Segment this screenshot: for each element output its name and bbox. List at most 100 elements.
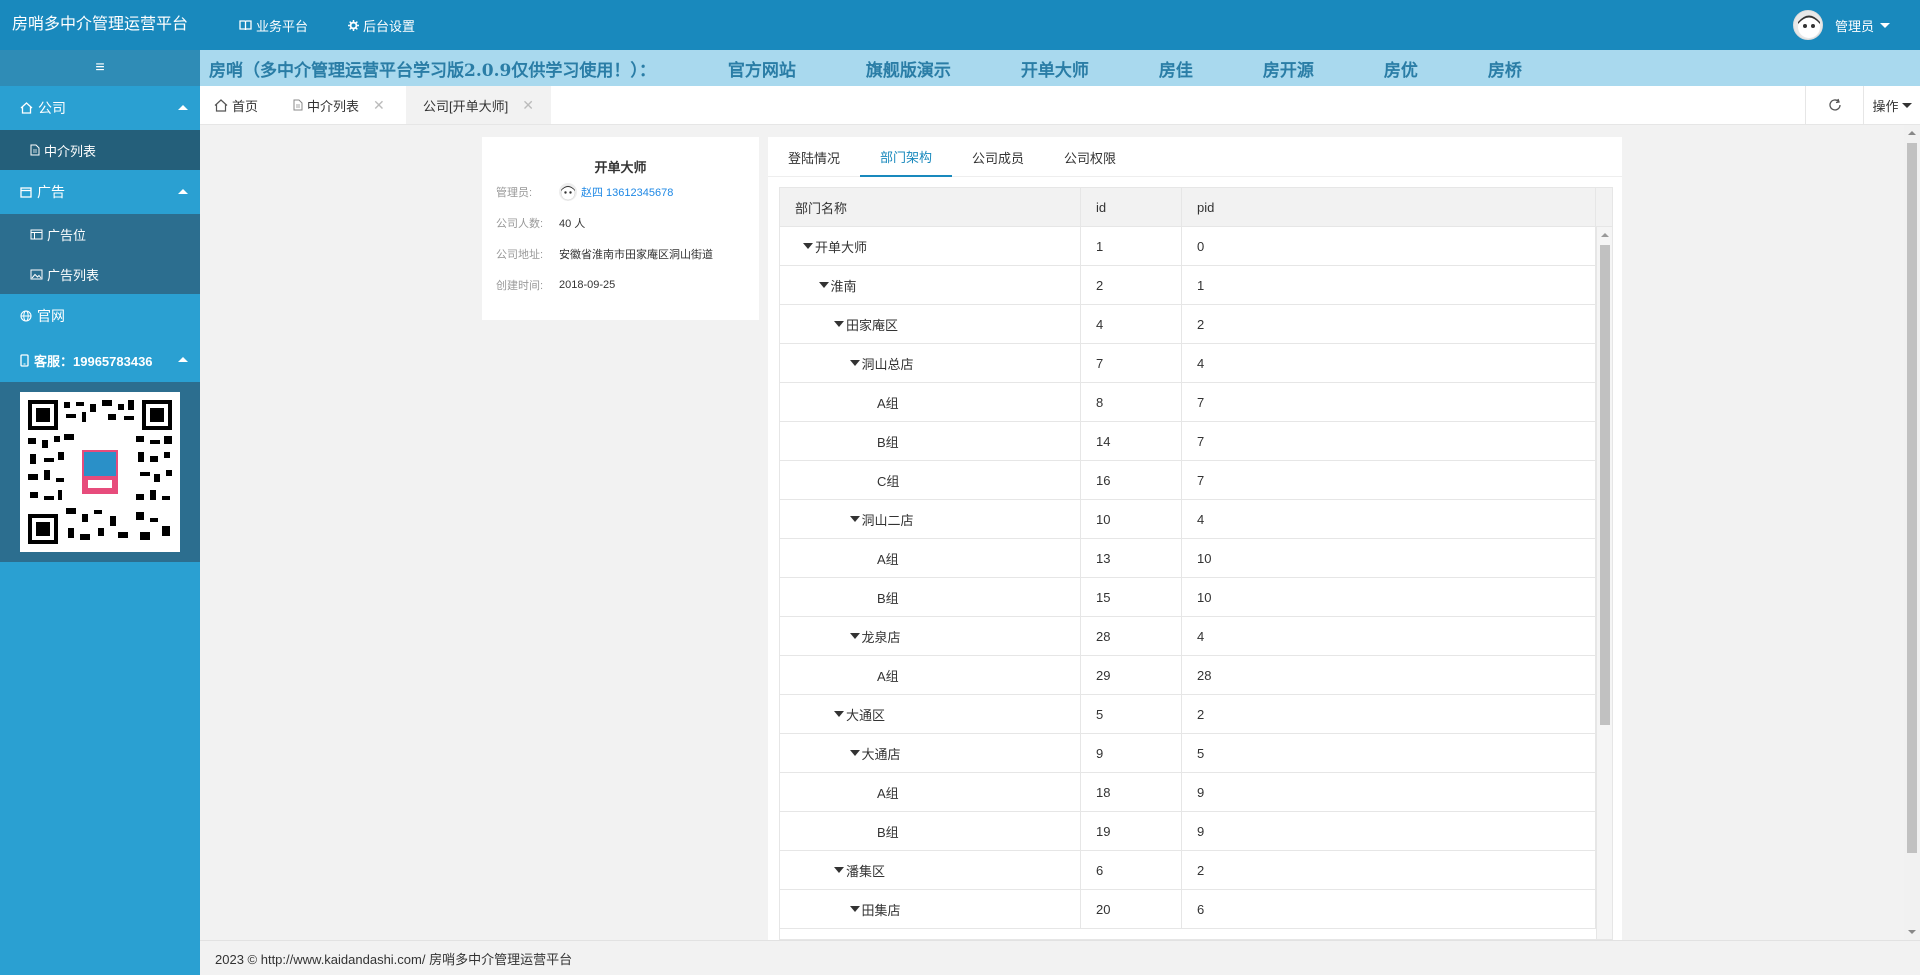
- sidebar-group-website[interactable]: 官网: [0, 294, 200, 338]
- sidebar-item-ad-slots[interactable]: 广告位: [0, 214, 200, 254]
- tab-agency-list[interactable]: 中介列表 ✕: [293, 86, 385, 124]
- scroll-up-icon[interactable]: [1908, 131, 1916, 135]
- tab-company-detail[interactable]: 公司[开单大师] ✕: [406, 86, 551, 124]
- column-header-pid[interactable]: pid: [1182, 188, 1596, 226]
- tab-home[interactable]: 首页: [214, 86, 258, 124]
- nav-backend-settings[interactable]: 后台设置: [348, 0, 415, 50]
- tab-company-members[interactable]: 公司成员: [952, 137, 1044, 177]
- table-row[interactable]: 田家庵区 4 2: [780, 305, 1612, 344]
- department-name-cell: A组: [780, 656, 1081, 694]
- close-icon[interactable]: ✕: [373, 97, 385, 114]
- banner-link-kaidan-master[interactable]: 开单大师: [1021, 56, 1089, 81]
- globe-icon: [20, 310, 32, 322]
- chevron-up-icon: [178, 357, 188, 362]
- phone-icon: [20, 353, 29, 367]
- expand-toggle-icon[interactable]: [834, 711, 844, 717]
- banner-link-fangjia[interactable]: 房佳: [1159, 56, 1193, 81]
- app-logo[interactable]: 房哨多中介管理运营平台: [12, 0, 188, 50]
- sidebar-group-label: 官网: [37, 308, 65, 324]
- tab-company-permissions[interactable]: 公司权限: [1044, 137, 1136, 177]
- expand-toggle-icon[interactable]: [803, 243, 813, 249]
- department-pid-cell: 9: [1182, 812, 1596, 850]
- table-row[interactable]: A组 18 9: [780, 773, 1612, 812]
- department-panel: 登陆情况 部门架构 公司成员 公司权限 部门名称 id pid 开单大师 1 0 淮南…: [768, 137, 1622, 940]
- page-scrollbar[interactable]: [1904, 125, 1920, 940]
- top-nav: 业务平台 后台设置: [239, 0, 455, 50]
- table-row[interactable]: 潘集区 6 2: [780, 851, 1612, 890]
- sidebar-item-agency-list[interactable]: 中介列表: [0, 130, 200, 170]
- sidebar-toggle[interactable]: ≡: [0, 50, 200, 86]
- banner-link-fangqiao[interactable]: 房桥: [1488, 56, 1522, 81]
- department-name-cell: 大通店: [780, 734, 1081, 772]
- expand-toggle-icon[interactable]: [834, 321, 844, 327]
- table-row[interactable]: 大通区 5 2: [780, 695, 1612, 734]
- info-row-created: 创建时间: 2018-09-25: [496, 269, 759, 300]
- tab-department-structure[interactable]: 部门架构: [860, 137, 953, 177]
- table-row[interactable]: A组 8 7: [780, 383, 1612, 422]
- table-row[interactable]: B组 14 7: [780, 422, 1612, 461]
- department-id-cell: 2: [1081, 266, 1182, 304]
- table-row[interactable]: 龙泉店 28 4: [780, 617, 1612, 656]
- department-id-cell: 1: [1081, 227, 1182, 265]
- operations-dropdown[interactable]: 操作: [1863, 86, 1920, 124]
- table-scrollbar[interactable]: [1596, 227, 1612, 939]
- user-menu[interactable]: 管理员: [1792, 0, 1890, 50]
- table-row[interactable]: B组 15 10: [780, 578, 1612, 617]
- banner-link-flagship-demo[interactable]: 旗舰版演示: [866, 56, 951, 81]
- book-icon: [239, 19, 252, 30]
- info-label: 创建时间:: [496, 279, 544, 292]
- department-name-cell: B组: [780, 578, 1081, 616]
- table-row[interactable]: 洞山总店 7 4: [780, 344, 1612, 383]
- image-icon: [30, 269, 43, 279]
- tab-label: 公司[开单大师]: [423, 98, 509, 114]
- close-icon[interactable]: ✕: [522, 97, 534, 114]
- sidebar-group-customer-service[interactable]: 客服：19965783436: [0, 338, 200, 382]
- department-name-cell: 洞山二店: [780, 500, 1081, 538]
- department-name: 开单大师: [815, 239, 868, 255]
- nav-business-platform[interactable]: 业务平台: [239, 0, 308, 50]
- table-row[interactable]: 开单大师 1 0: [780, 227, 1612, 266]
- expand-toggle-icon[interactable]: [849, 516, 860, 522]
- file-icon: [30, 144, 40, 156]
- refresh-button[interactable]: [1805, 86, 1863, 124]
- sidebar-group-company[interactable]: 公司: [0, 86, 200, 130]
- panel-tabs: 登陆情况 部门架构 公司成员 公司权限: [768, 137, 1622, 177]
- table-row[interactable]: 田集店 20 6: [780, 890, 1612, 929]
- table-row[interactable]: C组 16 7: [780, 461, 1612, 500]
- user-name: 管理员: [1834, 18, 1874, 34]
- table-row[interactable]: 淮南 2 1: [780, 266, 1612, 305]
- chevron-up-icon: [178, 105, 188, 110]
- table-row[interactable]: 大通店 9 5: [780, 734, 1612, 773]
- scrollbar-thumb[interactable]: [1600, 245, 1610, 725]
- scroll-down-icon[interactable]: [1908, 930, 1916, 934]
- department-id-cell: 14: [1081, 422, 1182, 460]
- department-name: 龙泉店: [861, 629, 901, 645]
- banner-link-official-site[interactable]: 官方网站: [728, 56, 796, 81]
- expand-toggle-icon[interactable]: [849, 633, 860, 639]
- column-header-id[interactable]: id: [1081, 188, 1182, 226]
- banner-link-fangkaiyuan[interactable]: 房开源: [1263, 56, 1314, 81]
- table-row[interactable]: 洞山二店 10 4: [780, 500, 1612, 539]
- admin-link[interactable]: 赵四 13612345678: [559, 182, 673, 201]
- column-header-name[interactable]: 部门名称: [780, 188, 1081, 226]
- scrollbar-thumb[interactable]: [1907, 143, 1917, 853]
- scroll-up-icon[interactable]: [1601, 233, 1609, 237]
- announcement-banner: 房哨（多中介管理运营平台学习版2.0.9仅供学习使用！）： 官方网站 旗舰版演示…: [200, 50, 1920, 86]
- tab-login-status[interactable]: 登陆情况: [768, 137, 860, 177]
- table-row[interactable]: B组 19 9: [780, 812, 1612, 851]
- sidebar-item-ad-list[interactable]: 广告列表: [0, 254, 200, 294]
- nav-business-platform-label: 业务平台: [256, 18, 309, 34]
- expand-toggle-icon[interactable]: [849, 906, 860, 912]
- expand-toggle-icon[interactable]: [818, 282, 829, 288]
- department-name-cell: A组: [780, 383, 1081, 421]
- expand-toggle-icon[interactable]: [849, 360, 860, 366]
- table-row[interactable]: A组 13 10: [780, 539, 1612, 578]
- expand-toggle-icon[interactable]: [834, 867, 844, 873]
- department-id-cell: 28: [1081, 617, 1182, 655]
- department-name-cell: 潘集区: [780, 851, 1081, 889]
- expand-toggle-icon[interactable]: [849, 750, 860, 756]
- sidebar-group-ads[interactable]: 广告: [0, 170, 200, 214]
- banner-link-fangyou[interactable]: 房优: [1384, 56, 1418, 81]
- table-row[interactable]: A组 29 28: [780, 656, 1612, 695]
- sidebar: ≡ 公司 中介列表 广告 广告位 广告列表 官网 客服：19965783436: [0, 50, 200, 975]
